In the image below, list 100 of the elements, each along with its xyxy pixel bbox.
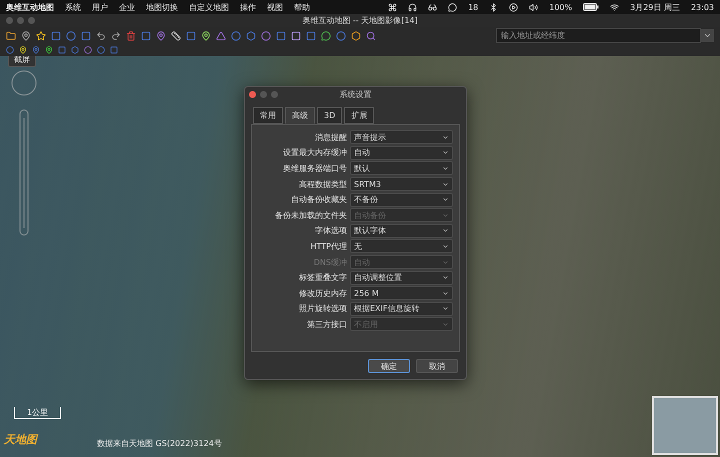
square-icon[interactable] (291, 30, 301, 40)
triangle-icon[interactable] (216, 30, 226, 40)
setting-dropdown[interactable]: 默认 (350, 161, 453, 176)
square-icon[interactable] (186, 30, 196, 40)
dialog-title: 系统设置 (340, 88, 372, 100)
window-title: 奥维互动地图 -- 天地图影像[14] (302, 15, 418, 26)
chevron-down-icon (442, 227, 449, 234)
setting-dropdown[interactable]: 自动 (350, 146, 453, 160)
setting-dropdown[interactable]: 根据EXIF信息旋转 (350, 302, 453, 316)
chevron-down-icon (442, 290, 449, 297)
circle-icon[interactable] (336, 30, 346, 40)
setting-label: 设置最大内存缓冲 (282, 147, 347, 158)
redo-icon[interactable] (111, 30, 121, 40)
wifi-icon[interactable] (610, 2, 620, 12)
map-logo: 天地图 (4, 432, 37, 447)
setting-label: 备份未加载的文件夹 (274, 210, 347, 221)
setting-dropdown[interactable]: SRTM3 (350, 177, 453, 192)
hexagon-icon[interactable] (71, 46, 79, 54)
battery-icon[interactable] (583, 3, 600, 11)
date: 3月29日 周三 (630, 2, 680, 12)
pin-icon[interactable] (45, 46, 53, 54)
setting-label: 消息提醒 (314, 132, 347, 143)
tab[interactable]: 常用 (253, 107, 283, 124)
chevron-down-icon (442, 164, 449, 172)
search-icon[interactable] (366, 30, 376, 40)
chevron-down-icon (442, 196, 449, 204)
chevron-down-icon (442, 212, 449, 219)
setting-label: HTTP代理 (310, 240, 347, 252)
menu-item[interactable]: 地图切换 (146, 2, 178, 12)
chevron-down-icon (442, 305, 449, 312)
menu-item[interactable]: 自定义地图 (189, 2, 229, 12)
glasses-icon[interactable] (428, 2, 438, 12)
trash-icon[interactable] (126, 30, 136, 40)
menu-item[interactable]: 系统 (65, 2, 81, 12)
setting-label: 奥维服务器端口号 (282, 162, 347, 174)
setting-label: 第三方接口 (306, 318, 347, 330)
square-icon[interactable] (276, 30, 286, 40)
hexagon-icon[interactable] (246, 30, 256, 40)
cancel-button[interactable]: 取消 (416, 359, 458, 373)
volume-icon[interactable] (529, 2, 538, 12)
chevron-down-icon (442, 320, 449, 328)
chevron-down-icon (442, 242, 449, 250)
circle-icon[interactable] (261, 30, 271, 40)
chevron-down-icon (442, 149, 449, 156)
chevron-down-icon (442, 134, 449, 141)
menu-item[interactable]: 视图 (267, 2, 283, 12)
setting-dropdown[interactable]: 256 M (350, 286, 453, 300)
setting-dropdown[interactable]: 默认字体 (350, 224, 453, 238)
square-icon[interactable] (81, 30, 91, 40)
headphones-icon[interactable] (408, 2, 418, 12)
bluetooth-icon[interactable] (489, 2, 498, 12)
undo-icon[interactable] (96, 30, 106, 40)
circle-icon[interactable] (6, 46, 14, 54)
pin-icon[interactable] (21, 30, 31, 40)
dropdown-icon[interactable] (701, 29, 714, 42)
chat-icon[interactable] (321, 30, 331, 40)
pin-icon[interactable] (201, 30, 211, 40)
tab[interactable]: 高级 (285, 107, 315, 124)
setting-dropdown[interactable]: 不备份 (350, 192, 453, 207)
setting-label: DNS缓冲 (312, 256, 347, 268)
search-field[interactable]: 输入地址或经纬度 (496, 28, 701, 43)
circle-icon[interactable] (97, 46, 105, 54)
ruler-icon[interactable] (171, 30, 181, 40)
setting-dropdown[interactable]: 声音提示 (350, 130, 453, 144)
setting-label: 字体选项 (314, 225, 347, 236)
menu-item[interactable]: 用户 (92, 2, 108, 12)
command-icon[interactable] (388, 2, 398, 12)
ok-button[interactable]: 确定 (368, 359, 410, 373)
close-icon[interactable] (249, 90, 256, 98)
map-attribution: 数据来自天地图 GS(2022)3124号 (97, 438, 222, 449)
square-icon[interactable] (141, 30, 151, 40)
chevron-down-icon (442, 258, 449, 266)
chevron-down-icon (442, 180, 449, 188)
square-icon[interactable] (51, 30, 61, 40)
message-count: 18 (468, 2, 478, 12)
setting-label: 标签重叠文字 (298, 272, 347, 284)
star-icon[interactable] (36, 30, 46, 40)
tab[interactable]: 3D (317, 107, 342, 124)
circle-icon[interactable] (84, 46, 92, 54)
circle-icon[interactable] (66, 30, 76, 40)
app-menu[interactable]: 奥维互动地图 (6, 2, 54, 12)
battery-percent: 100% (549, 2, 572, 12)
satellite-map[interactable] (0, 56, 720, 457)
setting-label: 修改历史内存 (298, 288, 347, 299)
scale-bar: 1公里 (14, 407, 62, 419)
tab[interactable]: 扩展 (344, 107, 374, 124)
setting-label: 照片旋转选项 (298, 303, 347, 314)
menu-item[interactable]: 帮助 (294, 2, 310, 12)
chevron-down-icon (442, 274, 449, 282)
clock: 23:03 (690, 2, 714, 12)
menu-item[interactable]: 企业 (119, 2, 135, 12)
folder-icon[interactable] (6, 30, 16, 40)
setting-dropdown[interactable]: 自动调整位置 (350, 270, 453, 285)
circle-icon[interactable] (231, 30, 241, 40)
square-icon[interactable] (306, 30, 316, 40)
play-icon[interactable] (509, 2, 518, 12)
setting-dropdown[interactable]: 无 (350, 239, 453, 254)
setting-label: 自动备份收藏夹 (290, 194, 347, 206)
menu-item[interactable]: 操作 (240, 2, 256, 12)
setting-label: 高程数据类型 (298, 178, 347, 190)
